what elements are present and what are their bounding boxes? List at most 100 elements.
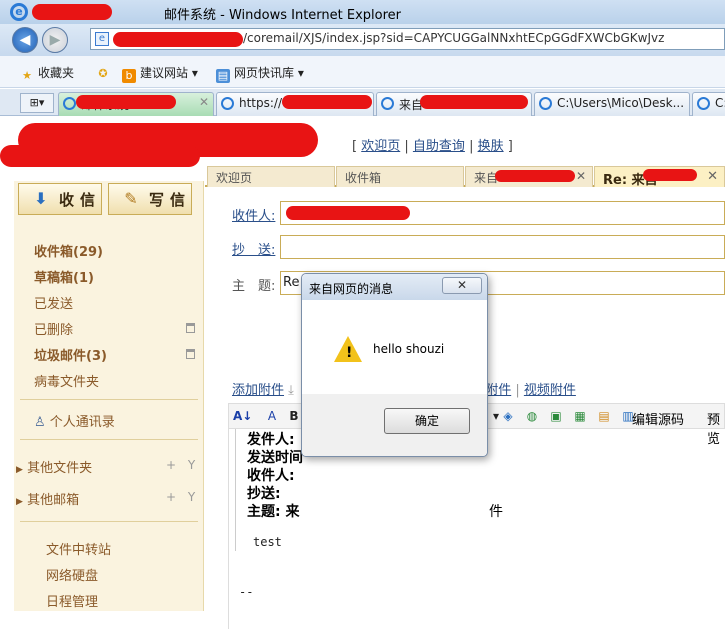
redaction (32, 4, 112, 20)
window-title: 邮件系统 - Windows Internet Explorer (164, 8, 401, 23)
add-favorite-button[interactable]: ✪ (96, 64, 114, 81)
favorites-bar: ★ 收藏夹 ✪ b 建议网站 ▾ ▤ 网页快讯库 ▾ (0, 56, 725, 88)
folder-virus[interactable]: 病毒文件夹 (34, 371, 99, 390)
file-transfer-link[interactable]: 文件中转站 (46, 539, 111, 558)
header-links: [ 欢迎页 | 自助查询 | 换肤 ] (352, 139, 513, 154)
folder-sent[interactable]: 已发送 (34, 293, 73, 312)
skin-link[interactable]: 换肤 (478, 139, 504, 154)
folder-deleted[interactable]: 已删除 (34, 319, 73, 338)
quote-line: 发送时间 (247, 450, 303, 466)
close-icon[interactable]: ✕ (442, 277, 482, 294)
window-titlebar: e 邮件系统 - Windows Internet Explorer (0, 0, 725, 24)
address-bar: ◀ ▶ e /coremail/XJS/index.jsp?sid=CAPYCU… (0, 24, 725, 56)
bing-icon: b (122, 69, 136, 83)
quick-tabs-icon[interactable]: ⊞▾ (20, 93, 54, 113)
mail-tabs: 欢迎页 收件箱 来自 ✕ Re: 来自 ✕ (205, 164, 725, 188)
triangle-right-icon: ▶ (16, 465, 23, 475)
other-folders-link[interactable]: ▶ 其他文件夹 (16, 457, 92, 476)
calendar-link[interactable]: 日程管理 (46, 591, 98, 610)
other-mailboxes-link[interactable]: ▶ 其他邮箱 (16, 489, 79, 508)
ie-tab-icon (697, 97, 710, 110)
quote-line: 主题: 来 (247, 504, 300, 520)
cc-input[interactable] (280, 235, 725, 259)
receive-button[interactable]: ⬇ 收信 (18, 183, 102, 215)
download-icon: ⬇ (34, 189, 48, 208)
quote-bar (235, 429, 236, 551)
trash-icon[interactable] (186, 349, 195, 359)
favorites-button[interactable]: ★ 收藏夹 (20, 64, 74, 83)
url-input[interactable]: e /coremail/XJS/index.jsp?sid=CAPYCUGGal… (90, 28, 725, 50)
close-icon[interactable]: ✕ (576, 169, 586, 183)
quote-line: 抄送: (247, 486, 281, 502)
tab-welcome[interactable]: 欢迎页 (207, 166, 335, 187)
ie-tab-icon (221, 97, 234, 110)
mailbox-actions[interactable]: + Y (166, 490, 199, 504)
forward-button[interactable]: ▶ (42, 27, 68, 53)
tab-inbox[interactable]: 收件箱 (336, 166, 464, 187)
font-style-icon[interactable]: A (263, 407, 281, 425)
web-slice-button[interactable]: ▤ 网页快讯库 ▾ (216, 64, 304, 83)
divider (20, 439, 198, 440)
add-attachment-link[interactable]: 添加附件 (232, 383, 284, 398)
redaction (286, 206, 410, 220)
folder-inbox[interactable]: 收件箱(29) (34, 241, 103, 260)
attachment-icon: ⤓ (288, 383, 294, 398)
divider (20, 399, 198, 400)
redaction (76, 95, 176, 109)
browser-tabs: ⊞▾ 邮件系统 ✕ https:// ✕ 来自 C:\Users\Mico\De… (0, 89, 725, 116)
self-query-link[interactable]: 自助查询 (413, 139, 465, 154)
suggested-sites-button[interactable]: b 建议网站 ▾ (122, 64, 198, 83)
person-icon: ♙ (34, 415, 46, 430)
page-icon: e (95, 32, 109, 46)
folder-spam[interactable]: 垃圾邮件(3) (34, 345, 107, 364)
sidebar: ⬇ 收信 ✎ 写信 收件箱(29) 草稿箱(1) 已发送 已删除 垃圾邮件(3)… (14, 181, 204, 611)
contacts-link[interactable]: ♙ 个人通讯录 (34, 411, 115, 430)
folder-actions[interactable]: + Y (166, 458, 199, 472)
trash-icon[interactable] (186, 323, 195, 333)
image-icon[interactable]: ▣ (547, 407, 565, 425)
ie-tab-icon (381, 97, 394, 110)
compose-button[interactable]: ✎ 写信 (108, 183, 192, 215)
dialog-footer: 确定 (302, 394, 487, 456)
template-icon[interactable]: ▤ (595, 407, 613, 425)
add-star-icon: ✪ (98, 67, 108, 80)
to-label[interactable]: 收件人: (232, 205, 275, 224)
globe-icon[interactable]: ◍ (523, 407, 541, 425)
video-attachment-link[interactable]: 视频附件 (524, 383, 576, 398)
redaction (282, 95, 372, 109)
signature: -- (239, 585, 254, 599)
ok-button[interactable]: 确定 (384, 408, 470, 434)
folder-drafts[interactable]: 草稿箱(1) (34, 267, 94, 286)
redaction (113, 32, 243, 47)
redaction (0, 145, 200, 167)
message-editor[interactable]: 发件人: 发送时间 收件人: 抄送: 主题: 来 件 test -- (228, 429, 725, 629)
redaction (420, 95, 528, 109)
browser-tab[interactable]: C: (692, 92, 725, 116)
ie-logo-icon: e (10, 3, 28, 21)
browser-tab[interactable]: C:\Users\Mico\Desk... (534, 92, 690, 116)
quote-tail: 件 (489, 504, 503, 520)
pencil-icon: ✎ (124, 189, 138, 208)
font-color-icon[interactable]: A↓ (233, 407, 252, 425)
edit-source-button[interactable]: 编辑源码 (632, 409, 684, 428)
redaction (495, 170, 575, 182)
welcome-link[interactable]: 欢迎页 (361, 139, 400, 154)
ie-tab-icon (63, 97, 76, 110)
table-icon[interactable]: ▦ (571, 407, 589, 425)
divider (20, 521, 198, 522)
close-tab-icon[interactable]: ✕ (199, 95, 209, 109)
alert-dialog: 来自网页的消息 ✕ ! hello shouzi 确定 (301, 273, 488, 457)
body-text: test (253, 535, 282, 549)
triangle-right-icon: ▶ (16, 497, 23, 507)
ie-tab-icon (539, 97, 552, 110)
dialog-message: hello shouzi (373, 342, 445, 356)
quote-line: 收件人: (247, 468, 295, 484)
redaction (643, 169, 697, 181)
url-text: /coremail/XJS/index.jsp?sid=CAPYCUGGalNN… (243, 31, 665, 45)
fill-color-icon[interactable]: ◈ (499, 407, 517, 425)
quote-line: 发件人: (247, 432, 295, 448)
back-button[interactable]: ◀ (12, 27, 38, 53)
net-disk-link[interactable]: 网络硬盘 (46, 565, 98, 584)
cc-label[interactable]: 抄 送: (232, 239, 275, 258)
close-icon[interactable]: ✕ (707, 169, 718, 184)
